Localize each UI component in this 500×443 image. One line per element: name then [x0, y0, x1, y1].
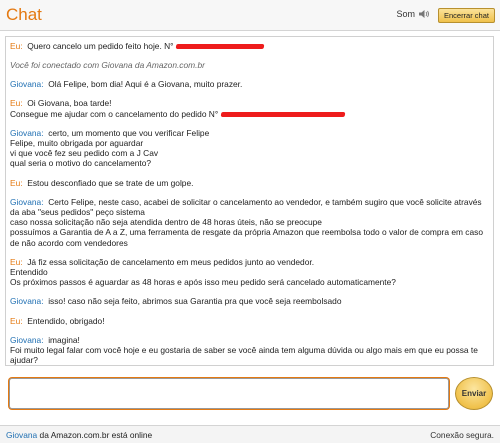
agent-name: Giovana — [6, 430, 38, 440]
message-text: Olá Felipe, bom dia! Aqui é a Giovana, m… — [48, 79, 243, 90]
message-text: Felipe, muito obrigada por aguardar — [10, 138, 144, 149]
message-text: Quero cancelo um pedido feito hoje. N° — [27, 41, 174, 51]
agent-message: Giovana: imagina! Foi muito legal falar c… — [10, 334, 489, 366]
agent-status: da Amazon.com.br está online — [39, 430, 153, 440]
send-button[interactable]: Enviar — [455, 377, 493, 410]
redaction-mark — [175, 44, 265, 50]
message-sender: Eu: — [10, 256, 23, 267]
system-message: Você foi conectado com Giovana da Amazon… — [10, 60, 205, 71]
user-message: Eu: Quero cancelo um pedido feito hoje. … — [10, 41, 489, 51]
message-text: Estou desconfiado que se trate de um gol… — [27, 177, 194, 188]
message-sender: Eu: — [10, 98, 23, 109]
message-sender: Eu: — [10, 41, 23, 51]
status-bar: Giovana da Amazon.com.br está online Con… — [0, 425, 500, 443]
message-text: imagina! — [48, 334, 80, 345]
message-sender: Giovana: — [10, 127, 44, 138]
message-text: Foi muito legal falar com você hoje e eu… — [10, 345, 481, 366]
message-sender: Giovana: — [10, 296, 44, 307]
agent-message: Giovana: Certo Felipe, neste caso, acabe… — [10, 197, 489, 248]
user-message: Eu: Estou desconfiado que se trate de um… — [10, 178, 489, 188]
message-text: Os próximos passos é aguardar as 48 hora… — [10, 277, 396, 288]
message-text: Oi Giovana, boa tarde! — [27, 98, 112, 109]
agent-message: Giovana: Olá Felipe, bom dia! Aqui é a G… — [10, 79, 489, 89]
agent-message: Giovana: isso! caso não seja feito, abri… — [10, 296, 489, 306]
chat-title: Chat — [6, 5, 42, 24]
message-text: caso nossa solicitação não seja atendida… — [10, 217, 322, 228]
sound-toggle[interactable]: Som — [396, 9, 430, 19]
user-message: Eu: Oi Giovana, boa tarde! Consegue me aj… — [10, 98, 489, 119]
user-message: Eu: Entendido, obrigado! — [10, 316, 489, 326]
message-text: Certo Felipe, neste caso, acabei de soli… — [10, 196, 484, 218]
end-chat-button[interactable]: Encerrar chat — [437, 8, 495, 23]
message-text: Entendido — [10, 267, 48, 278]
message-text: possuímos a Garantia de A a Z, uma ferra… — [10, 227, 486, 248]
message-input-container — [9, 378, 449, 409]
secure-connection-label: Conexão segura. — [430, 430, 494, 440]
message-input[interactable] — [10, 379, 448, 408]
message-sender: Giovana: — [10, 196, 44, 207]
agent-message: Giovana: certo, um momento que vou verif… — [10, 128, 489, 169]
message-text: qual seria o motivo do cancelamento? — [10, 158, 152, 169]
message-sender: Eu: — [10, 315, 23, 326]
message-text: Já fiz essa solicitação de cancelamento … — [27, 256, 315, 267]
chat-transcript[interactable]: Eu: Quero cancelo um pedido feito hoje. … — [5, 36, 494, 366]
message-text: isso! caso não seja feito, abrimos sua G… — [48, 296, 342, 307]
message-sender: Giovana: — [10, 334, 44, 345]
sound-label: Som — [396, 9, 415, 19]
redaction-mark — [220, 111, 345, 117]
speaker-icon[interactable] — [418, 9, 430, 19]
message-text: Consegue me ajudar com o cancelamento do… — [10, 108, 219, 119]
message-text: certo, um momento que vou verificar Feli… — [48, 127, 210, 138]
user-message: Eu: Já fiz essa solicitação de cancelame… — [10, 257, 489, 288]
chat-header: Chat Som Encerrar chat — [0, 0, 500, 31]
message-text: Entendido, obrigado! — [27, 315, 105, 326]
message-text: vi que você fez seu pedido com a J Cav — [10, 148, 159, 159]
message-sender: Eu: — [10, 177, 23, 188]
message-sender: Giovana: — [10, 79, 44, 90]
